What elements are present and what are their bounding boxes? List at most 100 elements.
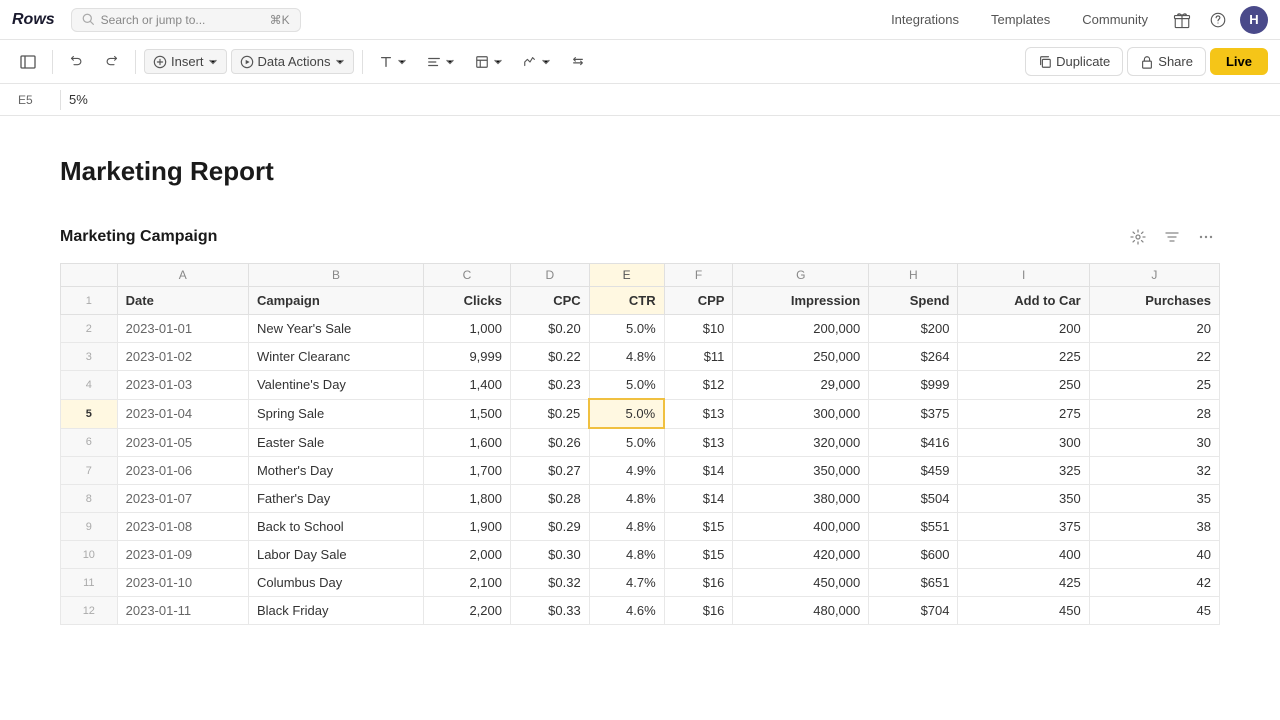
addtocar-cell[interactable]: 300 [958, 428, 1089, 457]
cpc-cell[interactable]: $0.22 [510, 343, 589, 371]
campaign-col-header[interactable]: Campaign [248, 287, 423, 315]
ctr-cell[interactable]: 5.0% [589, 428, 664, 457]
help-icon-btn[interactable] [1204, 6, 1232, 34]
cpc-cell[interactable]: $0.23 [510, 371, 589, 400]
cell-format-button[interactable] [467, 51, 511, 73]
clicks-cell[interactable]: 2,100 [423, 569, 510, 597]
date-cell[interactable]: 2023-01-09 [117, 541, 248, 569]
search-bar[interactable]: Search or jump to... ⌘K [71, 8, 301, 32]
impression-cell[interactable]: 250,000 [733, 343, 869, 371]
gift-icon-btn[interactable] [1168, 6, 1196, 34]
date-cell[interactable]: 2023-01-03 [117, 371, 248, 400]
table-row[interactable]: 7 2023-01-06 Mother's Day 1,700 $0.27 4.… [61, 457, 1220, 485]
col-header-j[interactable]: J [1089, 264, 1219, 287]
cpp-cell[interactable]: $12 [664, 371, 733, 400]
clicks-cell[interactable]: 1,900 [423, 513, 510, 541]
spend-cell[interactable]: $459 [869, 457, 958, 485]
clicks-cell[interactable]: 1,400 [423, 371, 510, 400]
cpp-cell[interactable]: $14 [664, 457, 733, 485]
clicks-cell[interactable]: 9,999 [423, 343, 510, 371]
undo-button[interactable] [61, 50, 92, 73]
table-row[interactable]: 3 2023-01-02 Winter Clearanc 9,999 $0.22… [61, 343, 1220, 371]
addtocar-cell[interactable]: 275 [958, 399, 1089, 428]
cpc-cell[interactable]: $0.32 [510, 569, 589, 597]
purchases-cell[interactable]: 45 [1089, 597, 1219, 625]
campaign-cell[interactable]: New Year's Sale [248, 315, 423, 343]
addtocar-cell[interactable]: 225 [958, 343, 1089, 371]
purchases-cell[interactable]: 35 [1089, 485, 1219, 513]
addtocar-cell[interactable]: 250 [958, 371, 1089, 400]
addtocar-cell[interactable]: 375 [958, 513, 1089, 541]
cpp-cell[interactable]: $15 [664, 513, 733, 541]
duplicate-button[interactable]: Duplicate [1025, 47, 1123, 76]
col-header-g[interactable]: G [733, 264, 869, 287]
table-row[interactable]: 11 2023-01-10 Columbus Day 2,100 $0.32 4… [61, 569, 1220, 597]
impression-cell[interactable]: 29,000 [733, 371, 869, 400]
spend-cell[interactable]: $551 [869, 513, 958, 541]
ctr-cell[interactable]: 4.7% [589, 569, 664, 597]
addtocar-cell[interactable]: 200 [958, 315, 1089, 343]
ctr-cell[interactable]: 4.8% [589, 513, 664, 541]
addtocar-cell[interactable]: 425 [958, 569, 1089, 597]
ctr-cell[interactable]: 4.8% [589, 343, 664, 371]
table-row[interactable]: 6 2023-01-05 Easter Sale 1,600 $0.26 5.0… [61, 428, 1220, 457]
ctr-cell[interactable]: 4.9% [589, 457, 664, 485]
purchases-cell[interactable]: 40 [1089, 541, 1219, 569]
campaign-cell[interactable]: Spring Sale [248, 399, 423, 428]
logo[interactable]: Rows [12, 11, 55, 29]
col-header-c[interactable]: C [423, 264, 510, 287]
clicks-cell[interactable]: 1,700 [423, 457, 510, 485]
nav-community[interactable]: Community [1070, 12, 1160, 27]
impression-cell[interactable]: 200,000 [733, 315, 869, 343]
ctr-col-header[interactable]: CTR [589, 287, 664, 315]
campaign-cell[interactable]: Valentine's Day [248, 371, 423, 400]
impression-cell[interactable]: 420,000 [733, 541, 869, 569]
ctr-cell[interactable]: 4.6% [589, 597, 664, 625]
date-cell[interactable]: 2023-01-04 [117, 399, 248, 428]
col-header-a[interactable]: A [117, 264, 248, 287]
more-options-button[interactable] [1192, 223, 1220, 251]
ctr-cell[interactable]: 5.0% [589, 371, 664, 400]
cpc-cell[interactable]: $0.28 [510, 485, 589, 513]
purchases-cell[interactable]: 20 [1089, 315, 1219, 343]
impression-cell[interactable]: 300,000 [733, 399, 869, 428]
data-actions-button[interactable]: Data Actions [231, 49, 354, 74]
text-format-button[interactable] [371, 51, 415, 73]
cpc-cell[interactable]: $0.20 [510, 315, 589, 343]
clicks-cell[interactable]: 1,800 [423, 485, 510, 513]
spend-cell[interactable]: $651 [869, 569, 958, 597]
cpc-cell[interactable]: $0.25 [510, 399, 589, 428]
date-cell[interactable]: 2023-01-11 [117, 597, 248, 625]
table-row[interactable]: 12 2023-01-11 Black Friday 2,200 $0.33 4… [61, 597, 1220, 625]
date-col-header[interactable]: Date [117, 287, 248, 315]
spend-col-header[interactable]: Spend [869, 287, 958, 315]
date-cell[interactable]: 2023-01-02 [117, 343, 248, 371]
purchases-cell[interactable]: 42 [1089, 569, 1219, 597]
cpc-cell[interactable]: $0.26 [510, 428, 589, 457]
nav-templates[interactable]: Templates [979, 12, 1062, 27]
redo-button[interactable] [96, 50, 127, 73]
nav-integrations[interactable]: Integrations [879, 12, 971, 27]
clicks-cell[interactable]: 1,000 [423, 315, 510, 343]
impression-cell[interactable]: 400,000 [733, 513, 869, 541]
purchases-col-header[interactable]: Purchases [1089, 287, 1219, 315]
impression-cell[interactable]: 450,000 [733, 569, 869, 597]
date-cell[interactable]: 2023-01-08 [117, 513, 248, 541]
table-row[interactable]: 4 2023-01-03 Valentine's Day 1,400 $0.23… [61, 371, 1220, 400]
campaign-cell[interactable]: Father's Day [248, 485, 423, 513]
chart-button[interactable] [515, 51, 559, 73]
filter-button[interactable] [1158, 223, 1186, 251]
col-header-f[interactable]: F [664, 264, 733, 287]
addtocar-cell[interactable]: 325 [958, 457, 1089, 485]
cpp-cell[interactable]: $16 [664, 597, 733, 625]
spend-cell[interactable]: $264 [869, 343, 958, 371]
cpp-cell[interactable]: $16 [664, 569, 733, 597]
purchases-cell[interactable]: 32 [1089, 457, 1219, 485]
cpc-col-header[interactable]: CPC [510, 287, 589, 315]
impression-col-header[interactable]: Impression [733, 287, 869, 315]
spend-cell[interactable]: $704 [869, 597, 958, 625]
avatar[interactable]: H [1240, 6, 1268, 34]
cpp-cell[interactable]: $15 [664, 541, 733, 569]
cpp-cell[interactable]: $14 [664, 485, 733, 513]
purchases-cell[interactable]: 38 [1089, 513, 1219, 541]
